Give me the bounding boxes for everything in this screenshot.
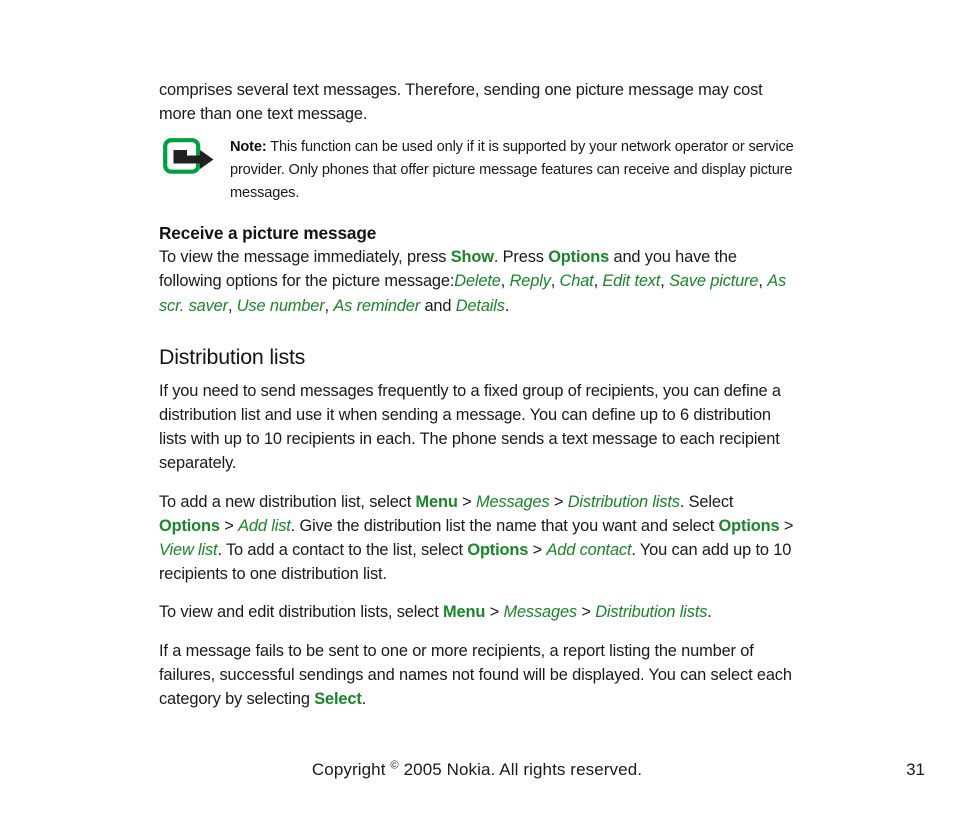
- path-separator: >: [576, 603, 596, 622]
- ui-menu-add-contact: Add contact: [546, 541, 632, 560]
- text-separator: ,: [550, 272, 560, 291]
- copyright-symbol: ©: [390, 759, 399, 772]
- path-separator: >: [457, 492, 476, 511]
- page-content: comprises several text messages. Therefo…: [159, 78, 795, 711]
- text-run: . Give the distribution list the name th…: [290, 516, 719, 535]
- text-run: . Select: [679, 492, 734, 511]
- ui-command-options: Options: [467, 541, 529, 560]
- ui-command-options: Options: [718, 516, 780, 535]
- ui-command-options: Options: [548, 248, 610, 267]
- text-run: .: [707, 603, 712, 622]
- ui-option-chat: Chat: [559, 272, 594, 291]
- distribution-paragraph-4: If a message fails to be sent to one or …: [159, 639, 795, 712]
- intro-paragraph: comprises several text messages. Therefo…: [159, 81, 763, 124]
- ui-command-options: Options: [159, 516, 220, 535]
- ui-command-menu: Menu: [443, 603, 486, 622]
- distribution-paragraph-2: To add a new distribution list, select M…: [159, 490, 795, 587]
- subheading-receive-picture-message: Receive a picture message: [159, 223, 377, 244]
- distribution-paragraph-1: If you need to send messages frequently …: [159, 381, 781, 473]
- note-callout: Note: This function can be used only if …: [159, 136, 795, 204]
- text-run: To add a new distribution list, select: [159, 492, 416, 511]
- page-footer: Copyright © 2005 Nokia. All rights reser…: [0, 758, 954, 788]
- page-number: 31: [906, 760, 925, 779]
- path-separator: >: [219, 516, 239, 535]
- ui-command-select: Select: [314, 690, 362, 709]
- ui-menu-distribution-lists: Distribution lists: [567, 492, 680, 511]
- document-page: comprises several text messages. Therefo…: [0, 0, 954, 829]
- ui-menu-add-list: Add list: [238, 516, 291, 535]
- text-separator: ,: [660, 272, 670, 291]
- text-separator: ,: [227, 296, 237, 315]
- copyright-notice: Copyright © 2005 Nokia. All rights reser…: [0, 758, 954, 782]
- ui-option-details: Details: [455, 296, 505, 315]
- path-separator: >: [485, 603, 504, 622]
- copyright-prefix: Copyright: [311, 760, 391, 779]
- note-text: Note: This function can be used only if …: [230, 136, 795, 204]
- text-run: . To add a contact to the list, select: [217, 541, 468, 560]
- ui-command-show: Show: [450, 248, 494, 267]
- ui-option-use-number: Use number: [236, 296, 325, 315]
- ui-option-reply: Reply: [509, 272, 551, 291]
- note-label: Note:: [230, 139, 267, 156]
- ui-menu-distribution-lists: Distribution lists: [595, 603, 708, 622]
- ui-menu-view-list: View list: [159, 541, 218, 560]
- text-run: To view and edit distribution lists, sel…: [159, 603, 444, 622]
- ui-option-save-picture: Save picture: [669, 272, 759, 291]
- receive-picture-paragraph: To view the message immediately, press S…: [159, 245, 795, 318]
- ui-menu-messages: Messages: [503, 603, 577, 622]
- ui-command-menu: Menu: [415, 492, 458, 511]
- ui-option-as-reminder: As reminder: [333, 296, 421, 315]
- text-separator: ,: [500, 272, 510, 291]
- text-run: To view the message immediately, press: [159, 248, 451, 267]
- text-run: .: [361, 690, 367, 709]
- note-body: This function can be used only if it is …: [230, 139, 794, 201]
- ui-menu-messages: Messages: [475, 492, 550, 511]
- ui-option-edit-text: Edit text: [602, 272, 661, 291]
- ui-option-delete: Delete: [454, 272, 501, 291]
- path-separator: >: [779, 516, 794, 535]
- note-hand-pointer-icon: [163, 138, 217, 178]
- text-run: . Press: [493, 248, 549, 267]
- text-run: If a message fails to be sent to one or …: [159, 641, 792, 709]
- path-separator: >: [528, 541, 547, 560]
- copyright-rest: 2005 Nokia. All rights reserved.: [398, 760, 643, 779]
- text-separator: ,: [758, 272, 768, 291]
- text-run: .: [504, 296, 510, 315]
- path-separator: >: [549, 492, 568, 511]
- heading-distribution-lists: Distribution lists: [159, 344, 306, 369]
- text-separator: and: [420, 296, 456, 315]
- distribution-paragraph-3: To view and edit distribution lists, sel…: [159, 600, 795, 624]
